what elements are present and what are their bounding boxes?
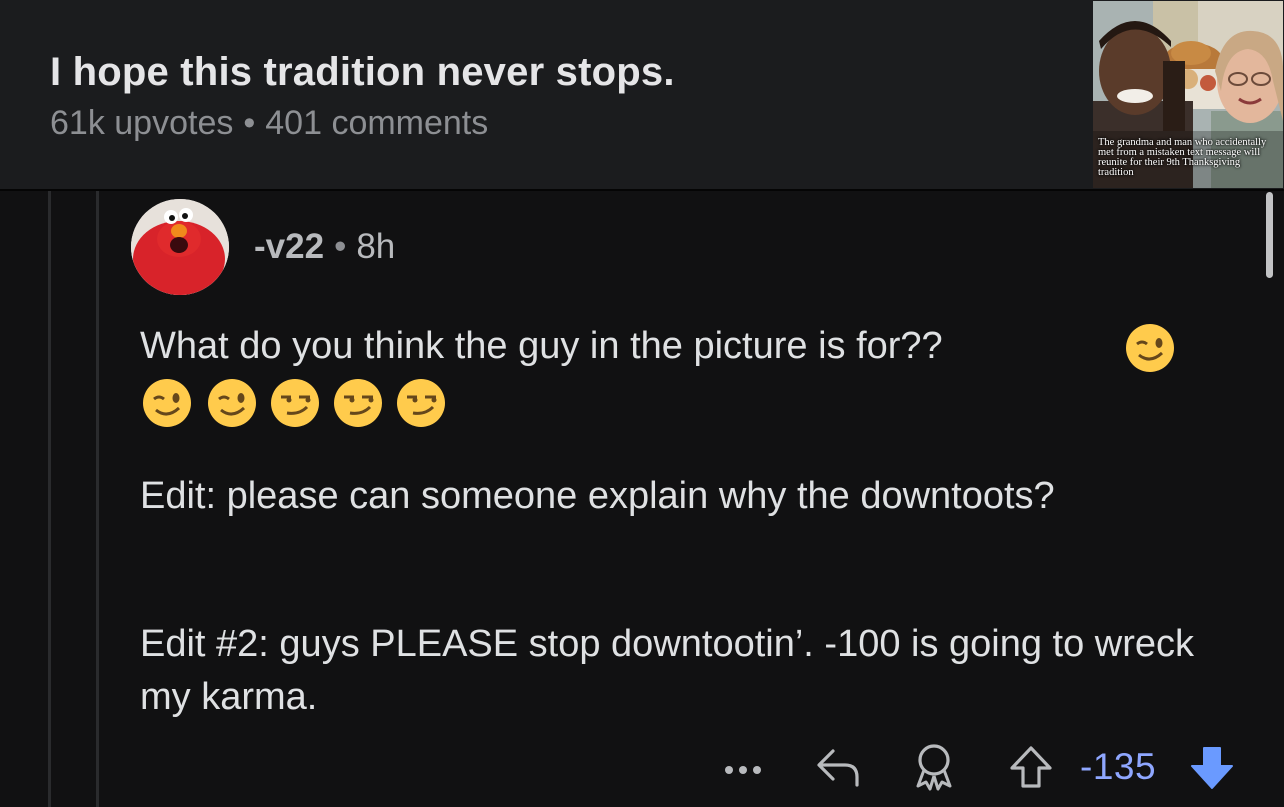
smirking-face-emoji (271, 379, 319, 427)
smirking-face-emoji (397, 379, 445, 427)
elmo-avatar-image (131, 199, 229, 295)
thread-line[interactable] (96, 191, 99, 807)
scrollbar[interactable] (1266, 192, 1273, 278)
winking-face-emoji (208, 379, 256, 427)
comment-author-line: -v22 • 8h (254, 227, 395, 267)
comment-count: 401 comments (265, 104, 489, 142)
post-title[interactable]: I hope this tradition never stops. (50, 50, 675, 95)
avatar[interactable] (131, 199, 229, 295)
thread-line[interactable] (48, 191, 51, 807)
comment-paragraph-2: Edit: please can someone explain why the… (140, 475, 1055, 517)
vote-score: -135 (1080, 746, 1157, 787)
reddit-comment-view: I hope this tradition never stops. 61k u… (0, 0, 1284, 807)
winking-face-emoji (1126, 324, 1174, 372)
comment-timestamp: 8h (356, 227, 396, 266)
reply-icon[interactable] (815, 745, 863, 791)
comment-paragraph-3: Edit #2: guys PLEASE stop downtootin’. -… (140, 623, 1195, 718)
thumbnail-caption: The grandma and man who accidentally met… (1098, 137, 1267, 178)
more-options-icon[interactable] (720, 760, 766, 780)
comment-paragraph-1: What do you think the guy in the picture… (140, 325, 943, 367)
post-thumbnail[interactable]: The grandma and man who accidentally met… (1093, 1, 1283, 188)
upvote-count: 61k upvotes (50, 104, 234, 142)
upvote-icon[interactable] (1008, 744, 1054, 790)
downvote-icon[interactable] (1188, 744, 1236, 792)
post-meta: 61k upvotes • 401 comments (50, 104, 488, 143)
award-icon[interactable] (912, 742, 956, 792)
winking-face-emoji (143, 379, 191, 427)
meta-separator: • (243, 104, 256, 142)
smirking-face-emoji (334, 379, 382, 427)
author-separator: • (334, 227, 347, 266)
post-header[interactable]: I hope this tradition never stops. 61k u… (0, 0, 1284, 191)
username[interactable]: -v22 (254, 227, 324, 266)
